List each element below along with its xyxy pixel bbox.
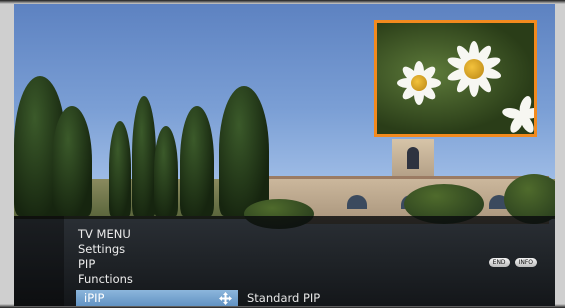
- tv-picture: TV MENU Settings PIP Functions END INFO …: [14, 4, 555, 306]
- four-way-arrow-icon[interactable]: [219, 292, 232, 305]
- breadcrumb-pip[interactable]: PIP: [78, 257, 133, 272]
- pip-window[interactable]: [374, 20, 537, 137]
- menu-item-ipip[interactable]: iPIP Standard PIP: [28, 290, 555, 306]
- menu-item-label: iPIP: [84, 291, 105, 305]
- tv-screen: TV MENU Settings PIP Functions END INFO …: [0, 0, 565, 308]
- bell-tower: [392, 139, 434, 179]
- breadcrumb-settings[interactable]: Settings: [78, 242, 133, 257]
- cypress-tree: [52, 106, 92, 216]
- cypress-tree: [180, 106, 214, 216]
- cypress-tree: [132, 96, 156, 216]
- info-key-badge[interactable]: INFO: [514, 258, 537, 267]
- breadcrumb-tv-menu[interactable]: TV MENU: [78, 227, 133, 242]
- tv-menu-panel: TV MENU Settings PIP Functions END INFO …: [14, 216, 555, 306]
- cypress-tree: [219, 86, 269, 216]
- remote-key-hints: END INFO: [488, 258, 537, 267]
- breadcrumb-functions[interactable]: Functions: [78, 272, 133, 287]
- menu-item-value[interactable]: Standard PIP: [247, 291, 320, 306]
- end-key-badge[interactable]: END: [488, 258, 510, 267]
- breadcrumb: TV MENU Settings PIP Functions: [78, 227, 133, 287]
- cypress-tree: [109, 121, 131, 216]
- cypress-tree: [154, 126, 178, 216]
